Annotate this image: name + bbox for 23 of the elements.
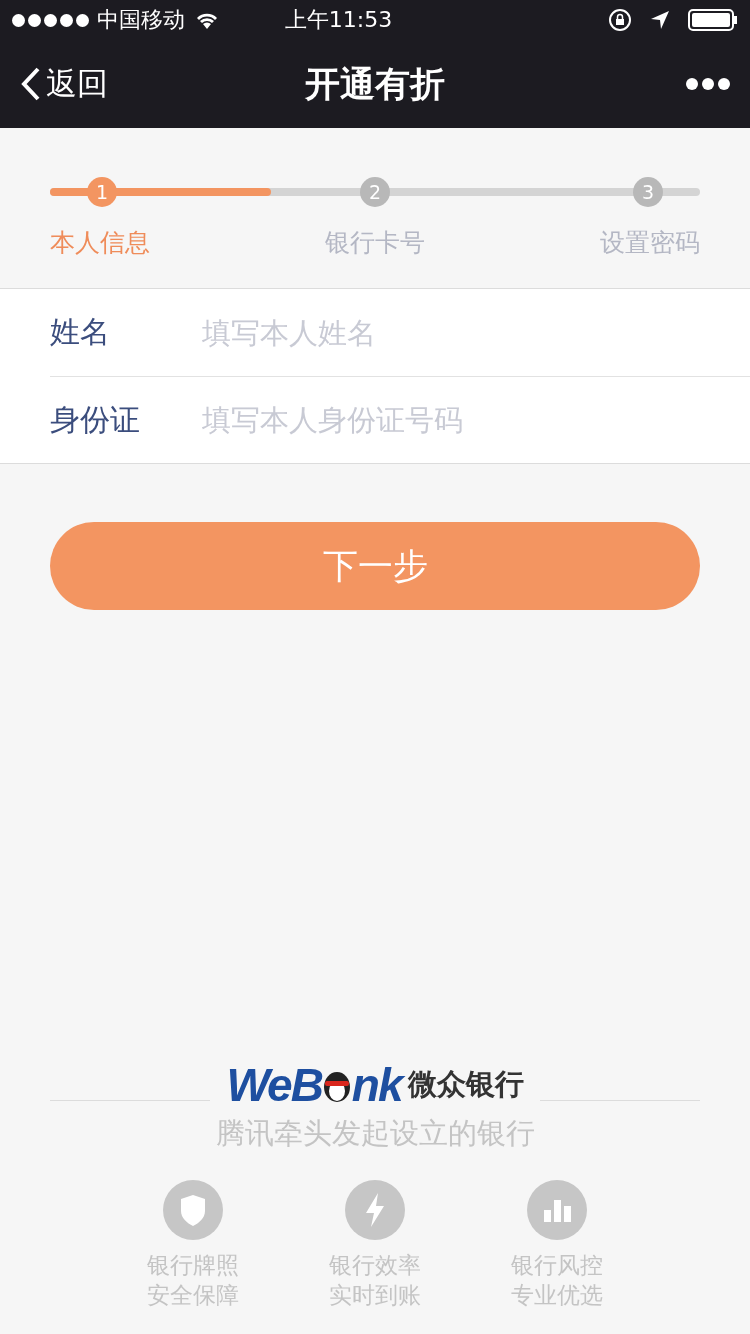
wifi-icon xyxy=(195,11,219,29)
step-number: 3 xyxy=(633,177,663,207)
step-number: 2 xyxy=(360,177,390,207)
field-label: 姓名 xyxy=(50,313,111,351)
carrier-name: 中国移动 xyxy=(97,6,185,34)
page-title: 开通有折 xyxy=(305,62,445,106)
more-icon[interactable] xyxy=(686,78,730,90)
bank-logo: WeB nk微众银行 xyxy=(226,1058,524,1112)
step-label: 银行卡号 xyxy=(325,227,425,259)
lightning-icon xyxy=(345,1180,405,1240)
location-icon xyxy=(650,10,670,30)
signal-icon xyxy=(12,13,89,27)
field-label: 身份证 xyxy=(50,400,141,439)
rotation-lock-icon xyxy=(608,8,632,32)
back-button[interactable]: 返回 xyxy=(20,63,108,105)
shield-icon xyxy=(163,1180,223,1240)
battery-icon xyxy=(688,9,738,31)
step-number: 1 xyxy=(87,177,117,207)
chevron-left-icon xyxy=(20,66,42,102)
status-time: 上午11:53 xyxy=(283,6,394,34)
step-label: 本人信息 xyxy=(50,227,150,259)
bar-chart-icon xyxy=(527,1180,587,1240)
step-label: 设置密码 xyxy=(600,227,700,259)
